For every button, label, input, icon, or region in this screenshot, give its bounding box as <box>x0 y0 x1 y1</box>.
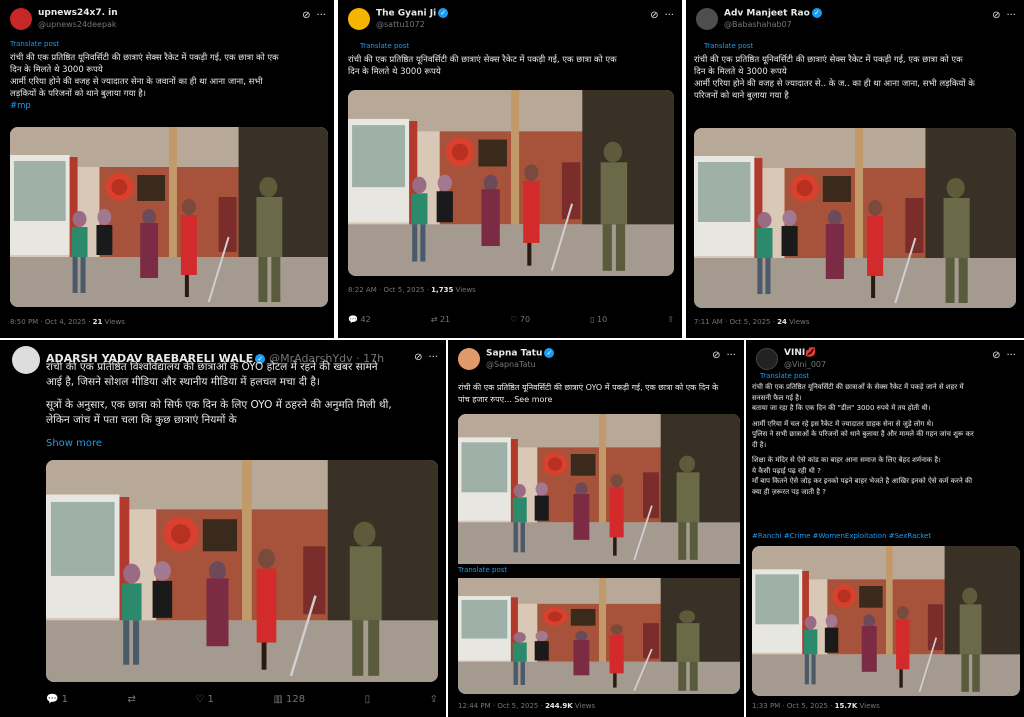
tweet-card-4[interactable]: ADARSH YADAV RAEBARELI WALE ✓ @MrAdarshYd… <box>0 340 446 717</box>
bookmark-button[interactable]: ▯ <box>365 694 371 705</box>
translate-post-link[interactable]: Translate post <box>360 42 409 50</box>
tweet-photo[interactable] <box>752 546 1020 696</box>
grok-icon[interactable]: ⊘ <box>992 10 1000 21</box>
tweet-card-2[interactable]: The Gyani Ji ✓ @sattu1072 ⊘ ··· Translate … <box>338 0 682 338</box>
avatar[interactable] <box>756 348 778 370</box>
more-icon[interactable]: ··· <box>1006 350 1016 361</box>
grok-icon[interactable]: ⊘ <box>650 10 658 21</box>
tweet-text: रांची की एक प्रतिष्ठित यूनिवर्सिटी की छा… <box>752 383 974 496</box>
tweet-text: रांची की एक प्रतिष्ठित यूनिवर्सिटी की छा… <box>348 55 617 77</box>
more-icon[interactable]: ··· <box>1006 10 1016 21</box>
reply-button[interactable]: 💬 42 <box>348 315 371 324</box>
avatar[interactable] <box>348 8 370 30</box>
more-icon[interactable]: ··· <box>316 10 326 21</box>
author-handle[interactable]: @SapnaTatu <box>486 360 536 369</box>
tweet-photo[interactable] <box>694 128 1016 308</box>
repost-button[interactable]: ⇄ 21 <box>431 315 450 324</box>
verified-badge-icon: ✓ <box>544 348 555 358</box>
show-more-link[interactable]: Show more <box>46 438 102 449</box>
author-name[interactable]: upnews24x7. in <box>38 8 118 18</box>
tweet-timestamp[interactable]: 1:33 PM · Oct 5, 2025 · 15.7K Views <box>752 702 880 710</box>
tweet-card-1[interactable]: upnews24x7. in @upnews24deepak ⊘ ··· Tran… <box>0 0 334 338</box>
reply-button[interactable]: 💬 1 <box>46 694 68 705</box>
author-name[interactable]: VINI💋 <box>784 348 816 358</box>
avatar[interactable] <box>696 8 718 30</box>
author-name[interactable]: Adv Manjeet Rao ✓ <box>724 8 822 19</box>
author-handle[interactable]: @Vini_007 <box>784 360 826 369</box>
action-bar: 💬 42 ⇄ 21 ♡ 70 ▯ 10 ⇪ <box>348 315 674 324</box>
hashtags[interactable]: #Ranchi #Crime #WomenExploitation #SexRa… <box>752 530 931 542</box>
tweet-timestamp[interactable]: 8:50 PM · Oct 4, 2025 · 21 Views <box>10 318 125 326</box>
tweet-photo[interactable] <box>10 127 328 307</box>
bookmark-button[interactable]: ▯ 10 <box>590 315 607 324</box>
tweet-text: रांची की एक प्रतिष्ठित यूनिवर्सिटी की छा… <box>458 383 719 404</box>
repost-button[interactable]: ⇄ <box>128 694 136 705</box>
author-handle[interactable]: @upnews24deepak <box>38 20 117 29</box>
share-icon[interactable]: ⇪ <box>667 315 674 324</box>
avatar[interactable] <box>10 8 32 30</box>
tweet-card-5[interactable]: Sapna Tatu ✓ @SapnaTatu ⊘ ··· रांची की एक … <box>448 340 744 717</box>
translate-post-link[interactable]: Translate post <box>10 40 59 48</box>
tweet-photo[interactable] <box>458 414 740 564</box>
translate-post-link[interactable]: Translate post <box>704 42 753 50</box>
tweet-card-3[interactable]: Adv Manjeet Rao ✓ @Babashahab07 ⊘ ··· Tran… <box>686 0 1024 338</box>
author-name[interactable]: The Gyani Ji ✓ <box>376 8 449 19</box>
translate-post-link[interactable]: Translate post <box>458 566 507 574</box>
translate-post-link[interactable]: Translate post <box>760 372 809 380</box>
tweet-text: रांची की एक प्रतिष्ठित यूनिवर्सिटी की छा… <box>10 52 328 112</box>
avatar[interactable] <box>12 346 40 374</box>
avatar[interactable] <box>458 348 480 370</box>
tweet-photo[interactable] <box>348 90 674 276</box>
tweet-text: रांची की एक प्रतिष्ठित यूनिवर्सिटी की छा… <box>694 55 975 101</box>
hashtag-link[interactable]: #mp <box>10 100 328 112</box>
share-icon[interactable]: ⇪ <box>430 694 438 705</box>
like-button[interactable]: ♡ 1 <box>195 694 214 705</box>
verified-badge-icon: ✓ <box>438 8 449 18</box>
tweet-timestamp[interactable]: 8:22 AM · Oct 5, 2025 · 1,735 Views <box>348 286 476 294</box>
grok-icon[interactable]: ⊘ <box>712 350 720 361</box>
action-bar: 💬 1 ⇄ ♡ 1 ▥ 128 ▯ ⇪ <box>46 694 438 705</box>
tweet-timestamp[interactable]: 7:11 AM · Oct 5, 2025 · 24 Views <box>694 318 809 326</box>
author-name[interactable]: Sapna Tatu ✓ <box>486 348 555 359</box>
tweet-text: रांची की एक प्रतिष्ठित विश्वविद्यालय की … <box>46 361 392 426</box>
verified-badge-icon: ✓ <box>811 8 822 18</box>
tweet-card-6[interactable]: VINI💋 @Vini_007 ⊘ ··· Translate post रांच… <box>746 340 1024 717</box>
tweet-photo[interactable] <box>46 460 438 682</box>
views-button[interactable]: ▥ 128 <box>273 694 305 705</box>
grok-icon[interactable]: ⊘ <box>302 10 310 21</box>
author-handle[interactable]: @Babashahab07 <box>724 20 792 29</box>
author-handle[interactable]: @sattu1072 <box>376 20 425 29</box>
more-icon[interactable]: ··· <box>726 350 736 361</box>
grok-icon[interactable]: ⊘ <box>992 350 1000 361</box>
tweet-timestamp[interactable]: 12:44 PM · Oct 5, 2025 · 244.9K Views <box>458 702 595 710</box>
tweet-photo-2[interactable] <box>458 578 740 694</box>
more-icon[interactable]: ··· <box>664 10 674 21</box>
like-button[interactable]: ♡ 70 <box>510 315 530 324</box>
